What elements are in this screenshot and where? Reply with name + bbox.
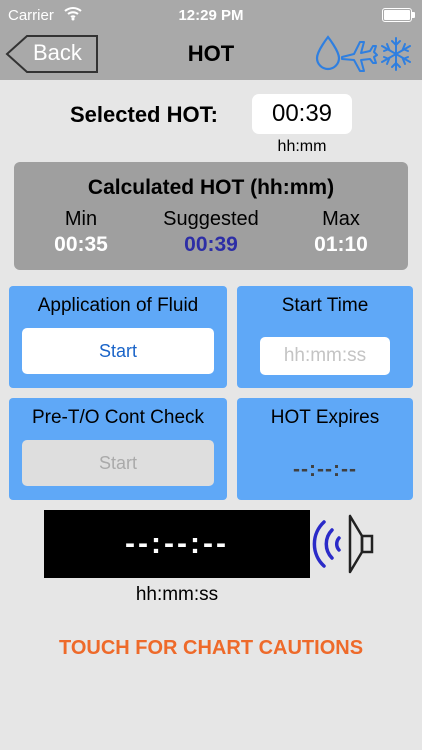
max-value: 01:10 [314,233,368,256]
calculated-hot-panel: Calculated HOT (hh:mm) Min 00:35 Suggest… [14,162,408,270]
suggested-column: Suggested 00:39 [146,208,276,257]
start-time-title: Start Time [281,295,369,316]
selected-hot-label: Selected HOT: [70,102,218,127]
min-value: 00:35 [54,233,108,256]
max-column: Max 01:10 [276,208,406,257]
start-time-input[interactable]: hh:mm:ss [260,337,390,375]
hot-expires-title: HOT Expires [270,407,380,428]
start-time-panel: Start Time hh:mm:ss [237,286,413,388]
min-label: Min [64,208,98,230]
status-bar: Carrier 12:29 PM [0,0,422,30]
check-panel: Pre-T/O Cont Check Start [9,398,227,500]
application-panel: Application of Fluid Start [9,286,227,388]
snowflake-icon [381,37,411,71]
check-start-button[interactable]: Start [22,440,214,486]
status-time: 12:29 PM [178,7,244,24]
selected-hot-unit: hh:mm [277,138,327,155]
selected-hot-row: Selected HOT: 00:39 hh:mm [0,92,422,155]
calculated-hot-title: Calculated HOT (hh:mm) [87,176,335,199]
countdown-unit: hh:mm:ss [135,584,219,605]
weather-icons [315,35,411,72]
countdown-display: --:--:-- [44,510,310,578]
navigation-bar: Back HOT [0,30,422,80]
max-label: Max [322,208,360,230]
airplane-icon [341,41,378,72]
speaker-icon[interactable] [312,508,382,580]
battery-icon [382,8,415,22]
application-title: Application of Fluid [37,295,199,316]
droplet-icon [315,35,341,71]
hot-expires-panel: HOT Expires --:--:-- [237,398,413,500]
suggested-value: 00:39 [184,233,238,256]
hot-expires-value: --:--:-- [293,458,357,481]
min-column: Min 00:35 [16,208,146,257]
check-title: Pre-T/O Cont Check [31,407,205,428]
chart-cautions-link[interactable]: TOUCH FOR CHART CAUTIONS [0,637,422,660]
application-start-button[interactable]: Start [22,328,214,374]
suggested-label: Suggested [163,208,259,230]
selected-hot-field[interactable]: 00:39 [252,94,352,134]
